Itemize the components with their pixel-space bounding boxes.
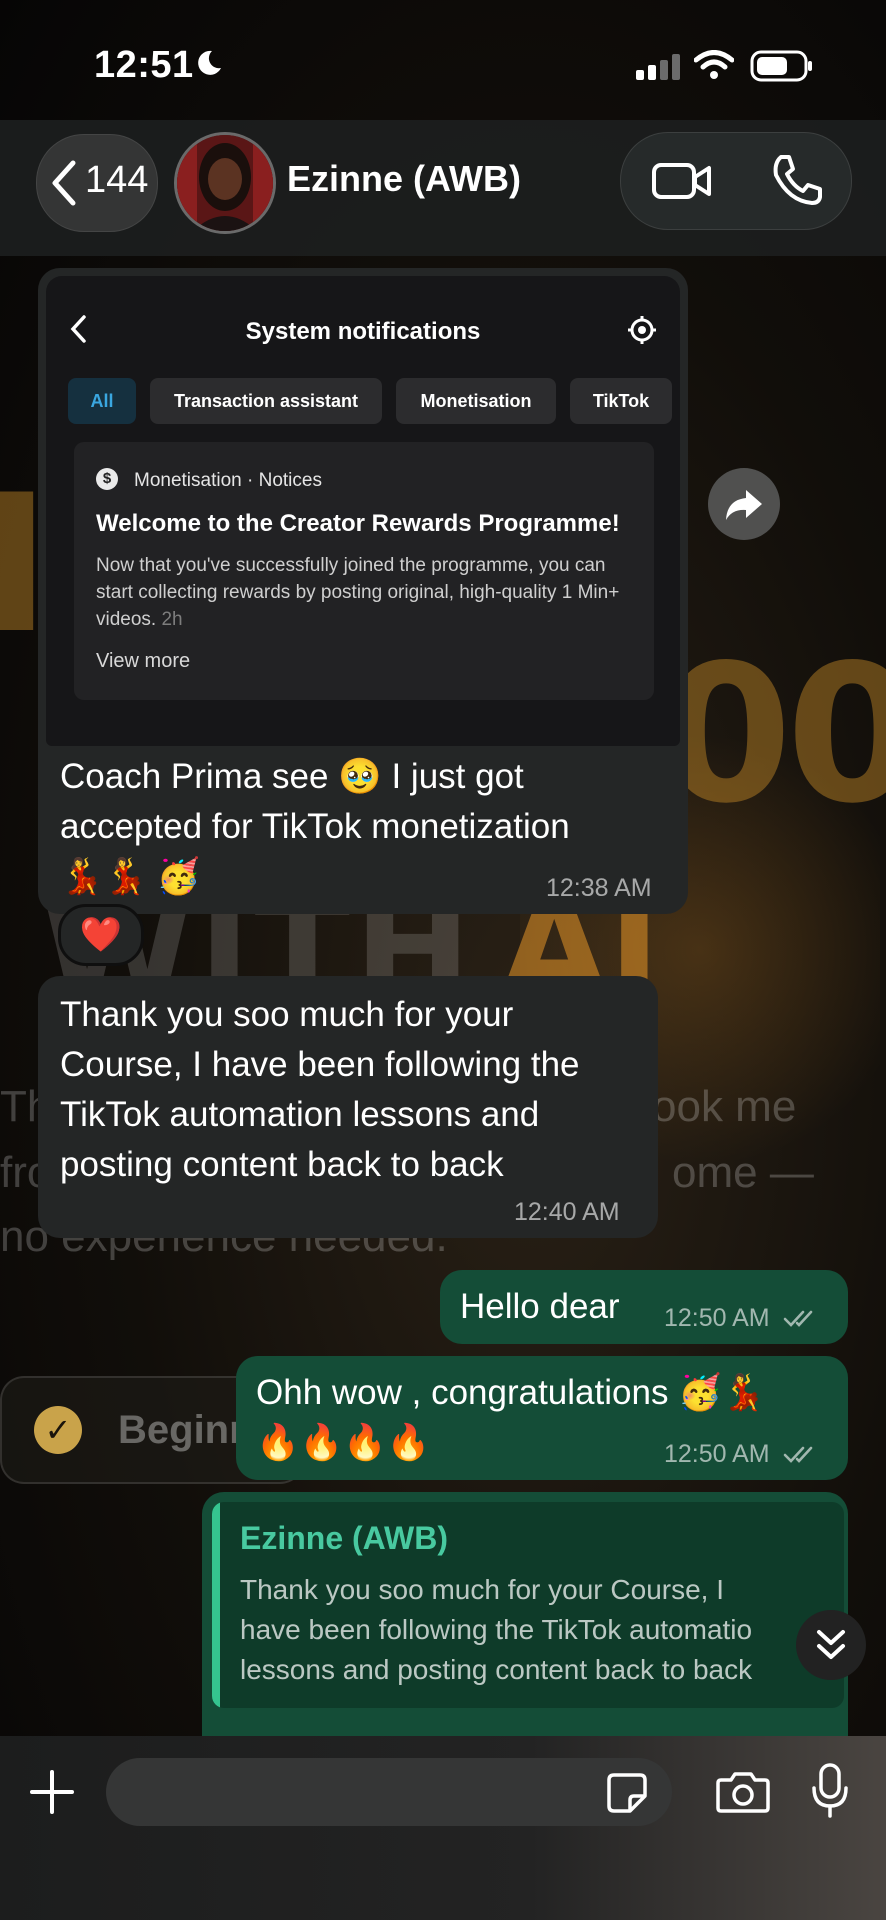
notification-age: 2h	[161, 609, 183, 630]
battery-icon	[750, 50, 812, 82]
quoted-sender: Ezinne (AWB)	[240, 1520, 448, 1556]
quoted-line: Thank you soo much for your Course, I	[240, 1574, 724, 1605]
message-time: 12:38 AM	[546, 874, 652, 902]
message-text: posting content back to back	[60, 1145, 504, 1184]
cellular-signal-icon	[636, 54, 680, 80]
message-meta: 12:50 AM	[664, 1440, 819, 1469]
message-text: 🔥🔥🔥🔥	[256, 1423, 431, 1462]
incoming-message[interactable]: System notifications All Transaction ass…	[38, 268, 688, 914]
composer-bar	[0, 1736, 886, 1920]
message-text: Ohh wow , congratulations 🥳💃	[256, 1373, 766, 1412]
heart-reaction: ❤️	[79, 916, 123, 954]
chip-all: All	[68, 378, 136, 424]
message-time: 12:40 AM	[514, 1198, 620, 1226]
back-button[interactable]: 144	[36, 134, 158, 232]
wallpaper-badge-label: Beginn	[118, 1408, 254, 1452]
quote-bar	[212, 1502, 220, 1708]
plus-icon[interactable]	[28, 1768, 76, 1816]
video-call-icon[interactable]	[651, 157, 713, 205]
incoming-message[interactable]: Thank you soo much for your Course, I ha…	[38, 976, 658, 1238]
notification-body: Now that you've successfully joined the …	[96, 552, 636, 633]
chat-header: 144 Ezinne (AWB)	[0, 120, 886, 256]
chip-monetisation: Monetisation	[396, 378, 556, 424]
wallpaper-text: ome —	[672, 1148, 814, 1197]
message-text: accepted for TikTok monetization	[60, 807, 570, 846]
quoted-line: have been following the TikTok automatio	[240, 1614, 753, 1645]
chevron-left-icon	[52, 160, 76, 206]
forward-button[interactable]	[708, 468, 780, 540]
outgoing-message[interactable]: Hello dear 12:50 AM	[440, 1270, 848, 1344]
notification-source: Monetisation · Notices	[134, 470, 322, 491]
avatar-image	[177, 135, 273, 231]
message-time: 12:50 AM	[664, 1304, 770, 1332]
message-time: 12:50 AM	[664, 1440, 770, 1468]
status-time: 12:51	[94, 44, 194, 86]
outgoing-message[interactable]: Ohh wow , congratulations 🥳💃 🔥🔥🔥🔥 12:50 …	[236, 1356, 848, 1480]
message-input[interactable]	[106, 1758, 672, 1826]
call-actions	[620, 132, 852, 230]
reaction-badge[interactable]: ❤️	[58, 904, 144, 966]
status-bar: 12:51	[0, 0, 886, 120]
notification-card: $ Monetisation · Notices Welcome to the …	[74, 442, 654, 700]
message-text: Hello dear	[460, 1287, 620, 1326]
chip-transaction: Transaction assistant	[150, 378, 382, 424]
moon-icon	[198, 50, 221, 75]
chip-tiktok: TikTok	[570, 378, 672, 424]
wallpaper-text: ook me	[652, 1082, 797, 1131]
quoted-text: Thank you soo much for your Course, I ha…	[240, 1570, 830, 1690]
sticker-icon[interactable]	[606, 1772, 648, 1814]
camera-icon[interactable]	[716, 1770, 770, 1814]
image-title: System notifications	[245, 318, 481, 345]
wifi-icon	[694, 50, 734, 79]
forward-icon	[726, 490, 762, 520]
message-text: Course, I have been following the	[60, 1045, 580, 1084]
quoted-message[interactable]: Ezinne (AWB) Thank you soo much for your…	[212, 1502, 844, 1708]
notification-title: Welcome to the Creator Rewards Programme…	[96, 510, 620, 537]
double-chevron-down-icon	[817, 1630, 845, 1659]
read-receipt-icon	[783, 1311, 812, 1328]
unread-count: 144	[85, 159, 149, 201]
avatar[interactable]	[174, 132, 276, 234]
wallpaper-text: 00	[660, 624, 886, 845]
quoted-line: lessons and posting content back to back	[240, 1654, 753, 1685]
message-text: Thank you soo much for your	[60, 995, 514, 1034]
phone-call-icon[interactable]	[771, 153, 823, 207]
contact-name[interactable]: Ezinne (AWB)	[287, 158, 521, 200]
message-text: 💃💃 🥳	[60, 857, 201, 896]
outgoing-reply-message[interactable]: Ezinne (AWB) Thank you soo much for your…	[202, 1492, 848, 1752]
check-icon: ✓	[34, 1406, 82, 1454]
message-meta: 12:50 AM	[664, 1304, 819, 1333]
view-more-link: View more	[96, 650, 191, 672]
gear-icon	[628, 316, 656, 344]
scroll-to-bottom-button[interactable]	[796, 1610, 866, 1680]
dollar-icon: $	[96, 468, 118, 490]
message-text: Coach Prima see 🥹 I just got	[60, 757, 524, 796]
message-text: TikTok automation lessons and	[60, 1095, 540, 1134]
read-receipt-icon	[783, 1447, 812, 1464]
microphone-icon[interactable]	[810, 1762, 850, 1820]
message-image[interactable]: System notifications All Transaction ass…	[46, 276, 680, 746]
